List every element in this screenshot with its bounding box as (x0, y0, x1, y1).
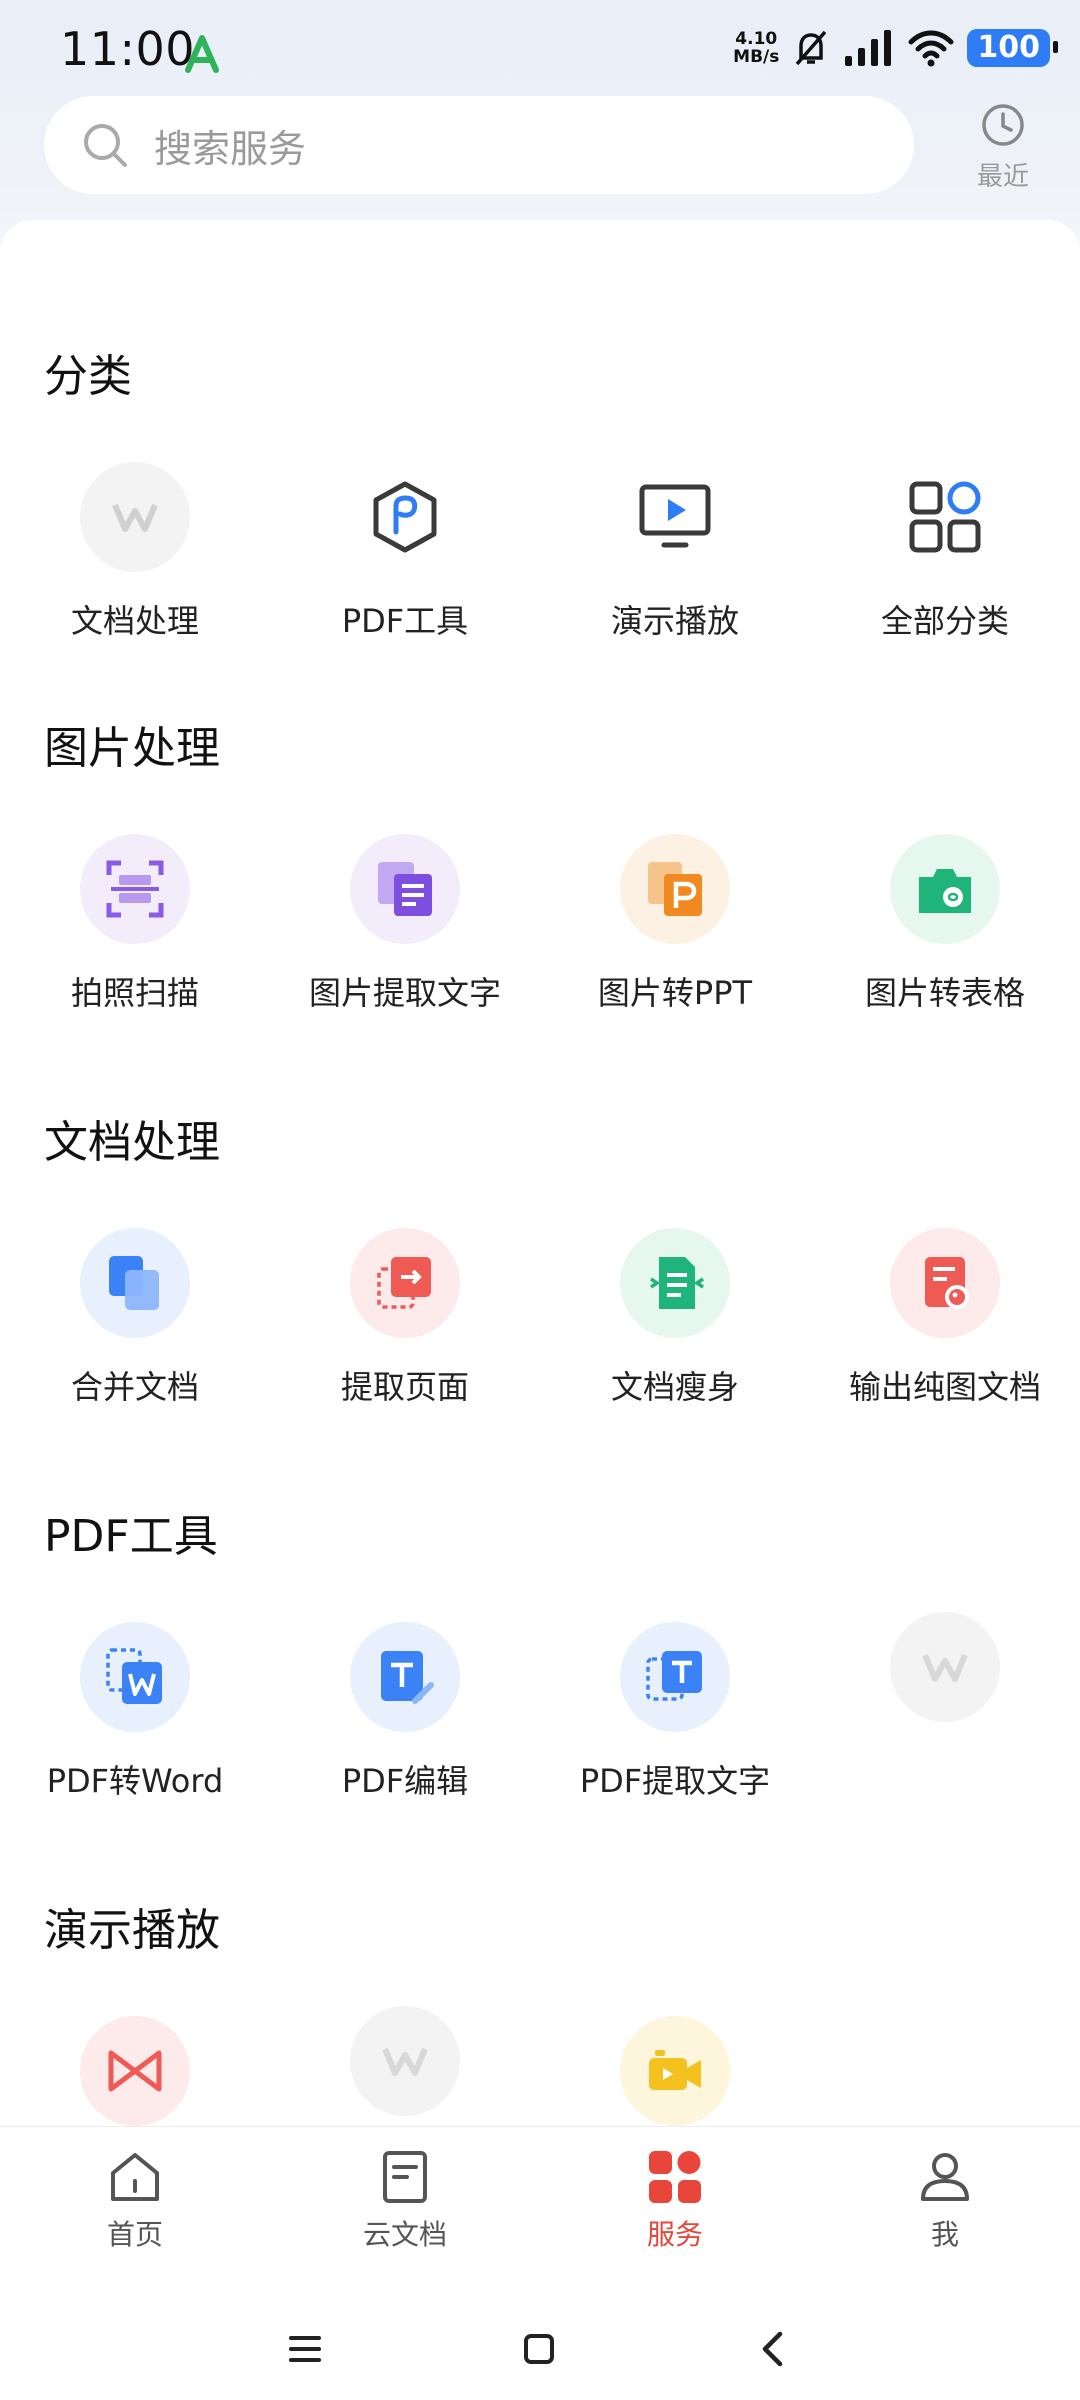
image-table-icon (890, 834, 1000, 944)
scan-icon (80, 834, 190, 944)
status-time: 11:00 (60, 22, 196, 76)
pdf-hexagon-icon (350, 462, 460, 572)
tool-present-3[interactable] (540, 2016, 810, 2126)
battery-indicator: 100 (967, 29, 1058, 67)
tool-export-image-doc[interactable]: 输出纯图文档 (810, 1228, 1080, 1408)
tool-image-to-ppt[interactable]: 图片转PPT (540, 834, 810, 1014)
wps-logo-icon (350, 2006, 460, 2116)
wps-logo-icon (890, 1612, 1000, 1722)
all-categories-icon (890, 462, 1000, 572)
export-image-doc-icon (890, 1228, 1000, 1338)
tool-merge-docs[interactable]: 合并文档 (0, 1228, 270, 1408)
section-title-category: 分类 (44, 351, 132, 402)
category-doc-processing[interactable]: 文档处理 (0, 462, 270, 642)
section-title-present: 演示播放 (44, 1905, 220, 1956)
image-ppt-icon (620, 834, 730, 944)
category-grid: 文档处理 PDF工具 演示播放 全部分类 (0, 462, 1080, 642)
section-title-pdf: PDF工具 (44, 1511, 218, 1562)
extract-pages-icon (350, 1228, 460, 1338)
person-icon (921, 2153, 969, 2201)
tool-doc-slim[interactable]: 文档瘦身 (540, 1228, 810, 1408)
tool-photo-scan[interactable]: 拍照扫描 (0, 834, 270, 1014)
wifi-icon (908, 30, 954, 67)
present-grid (0, 2006, 1080, 2126)
search-icon (84, 124, 127, 167)
tool-present-1[interactable] (0, 2016, 270, 2126)
tool-image-extract-text[interactable]: 图片提取文字 (270, 834, 540, 1014)
net-speed: 4.10 MB/s (733, 29, 780, 67)
search-placeholder: 搜索服务 (154, 126, 307, 171)
presentation-screen-icon (620, 462, 730, 572)
home-square-icon[interactable] (522, 2332, 556, 2366)
document-icon (383, 2151, 427, 2203)
pdf-word-icon (80, 1622, 190, 1732)
home-icon (111, 2153, 159, 2201)
app-notification-icon (185, 35, 219, 73)
section-title-doc: 文档处理 (44, 1117, 220, 1168)
services-panel: 分类 文档处理 PDF工具 演示播放 全部分类 图片处理 拍照扫描 图片提取文字… (0, 220, 1080, 2130)
section-title-image: 图片处理 (44, 723, 220, 774)
back-icon[interactable] (756, 2330, 790, 2368)
category-pdf-tools[interactable]: PDF工具 (270, 462, 540, 642)
pdf-extract-text-icon (620, 1622, 730, 1732)
signal-icon (845, 30, 892, 66)
tool-present-2[interactable] (270, 2006, 540, 2126)
bowtie-icon (80, 2016, 190, 2126)
pdf-edit-icon (350, 1622, 460, 1732)
bottom-tab-bar: 首页 云文档 服务 我 (0, 2126, 1080, 2293)
image-text-icon (350, 834, 460, 944)
image-grid: 拍照扫描 图片提取文字 图片转PPT 图片转表格 (0, 834, 1080, 1014)
tab-cloud-docs[interactable]: 云文档 (270, 2127, 540, 2293)
tool-pdf-to-word[interactable]: PDF转Word (0, 1622, 270, 1802)
system-nav-bar (0, 2292, 1080, 2400)
wps-logo-icon (80, 462, 190, 572)
menu-icon[interactable] (288, 2332, 322, 2366)
services-grid-icon (649, 2151, 701, 2203)
status-bar: 11:00 4.10 MB/s 100 (0, 0, 1080, 96)
doc-slim-icon (620, 1228, 730, 1338)
tab-me[interactable]: 我 (810, 2127, 1080, 2293)
tool-pdf-placeholder[interactable] (810, 1612, 1080, 1802)
category-all[interactable]: 全部分类 (810, 462, 1080, 642)
tool-pdf-extract-text[interactable]: PDF提取文字 (540, 1622, 810, 1802)
video-camera-icon (620, 2016, 730, 2126)
tab-home[interactable]: 首页 (0, 2127, 270, 2293)
tool-pdf-edit[interactable]: PDF编辑 (270, 1622, 540, 1802)
merge-docs-icon (80, 1228, 190, 1338)
category-presentation[interactable]: 演示播放 (540, 462, 810, 642)
tab-services[interactable]: 服务 (540, 2127, 810, 2293)
tool-extract-pages[interactable]: 提取页面 (270, 1228, 540, 1408)
doc-grid: 合并文档 提取页面 文档瘦身 输出纯图文档 (0, 1228, 1080, 1408)
pdf-grid: PDF转Word PDF编辑 PDF提取文字 (0, 1612, 1080, 1802)
bell-muted-icon (796, 30, 827, 66)
search-bar[interactable]: 搜索服务 (44, 96, 914, 194)
recent-label: 最近 (976, 162, 1029, 192)
recent-button[interactable]: 最近 (960, 100, 1046, 193)
clock-icon (982, 104, 1024, 146)
tool-image-to-table[interactable]: 图片转表格 (810, 834, 1080, 1014)
